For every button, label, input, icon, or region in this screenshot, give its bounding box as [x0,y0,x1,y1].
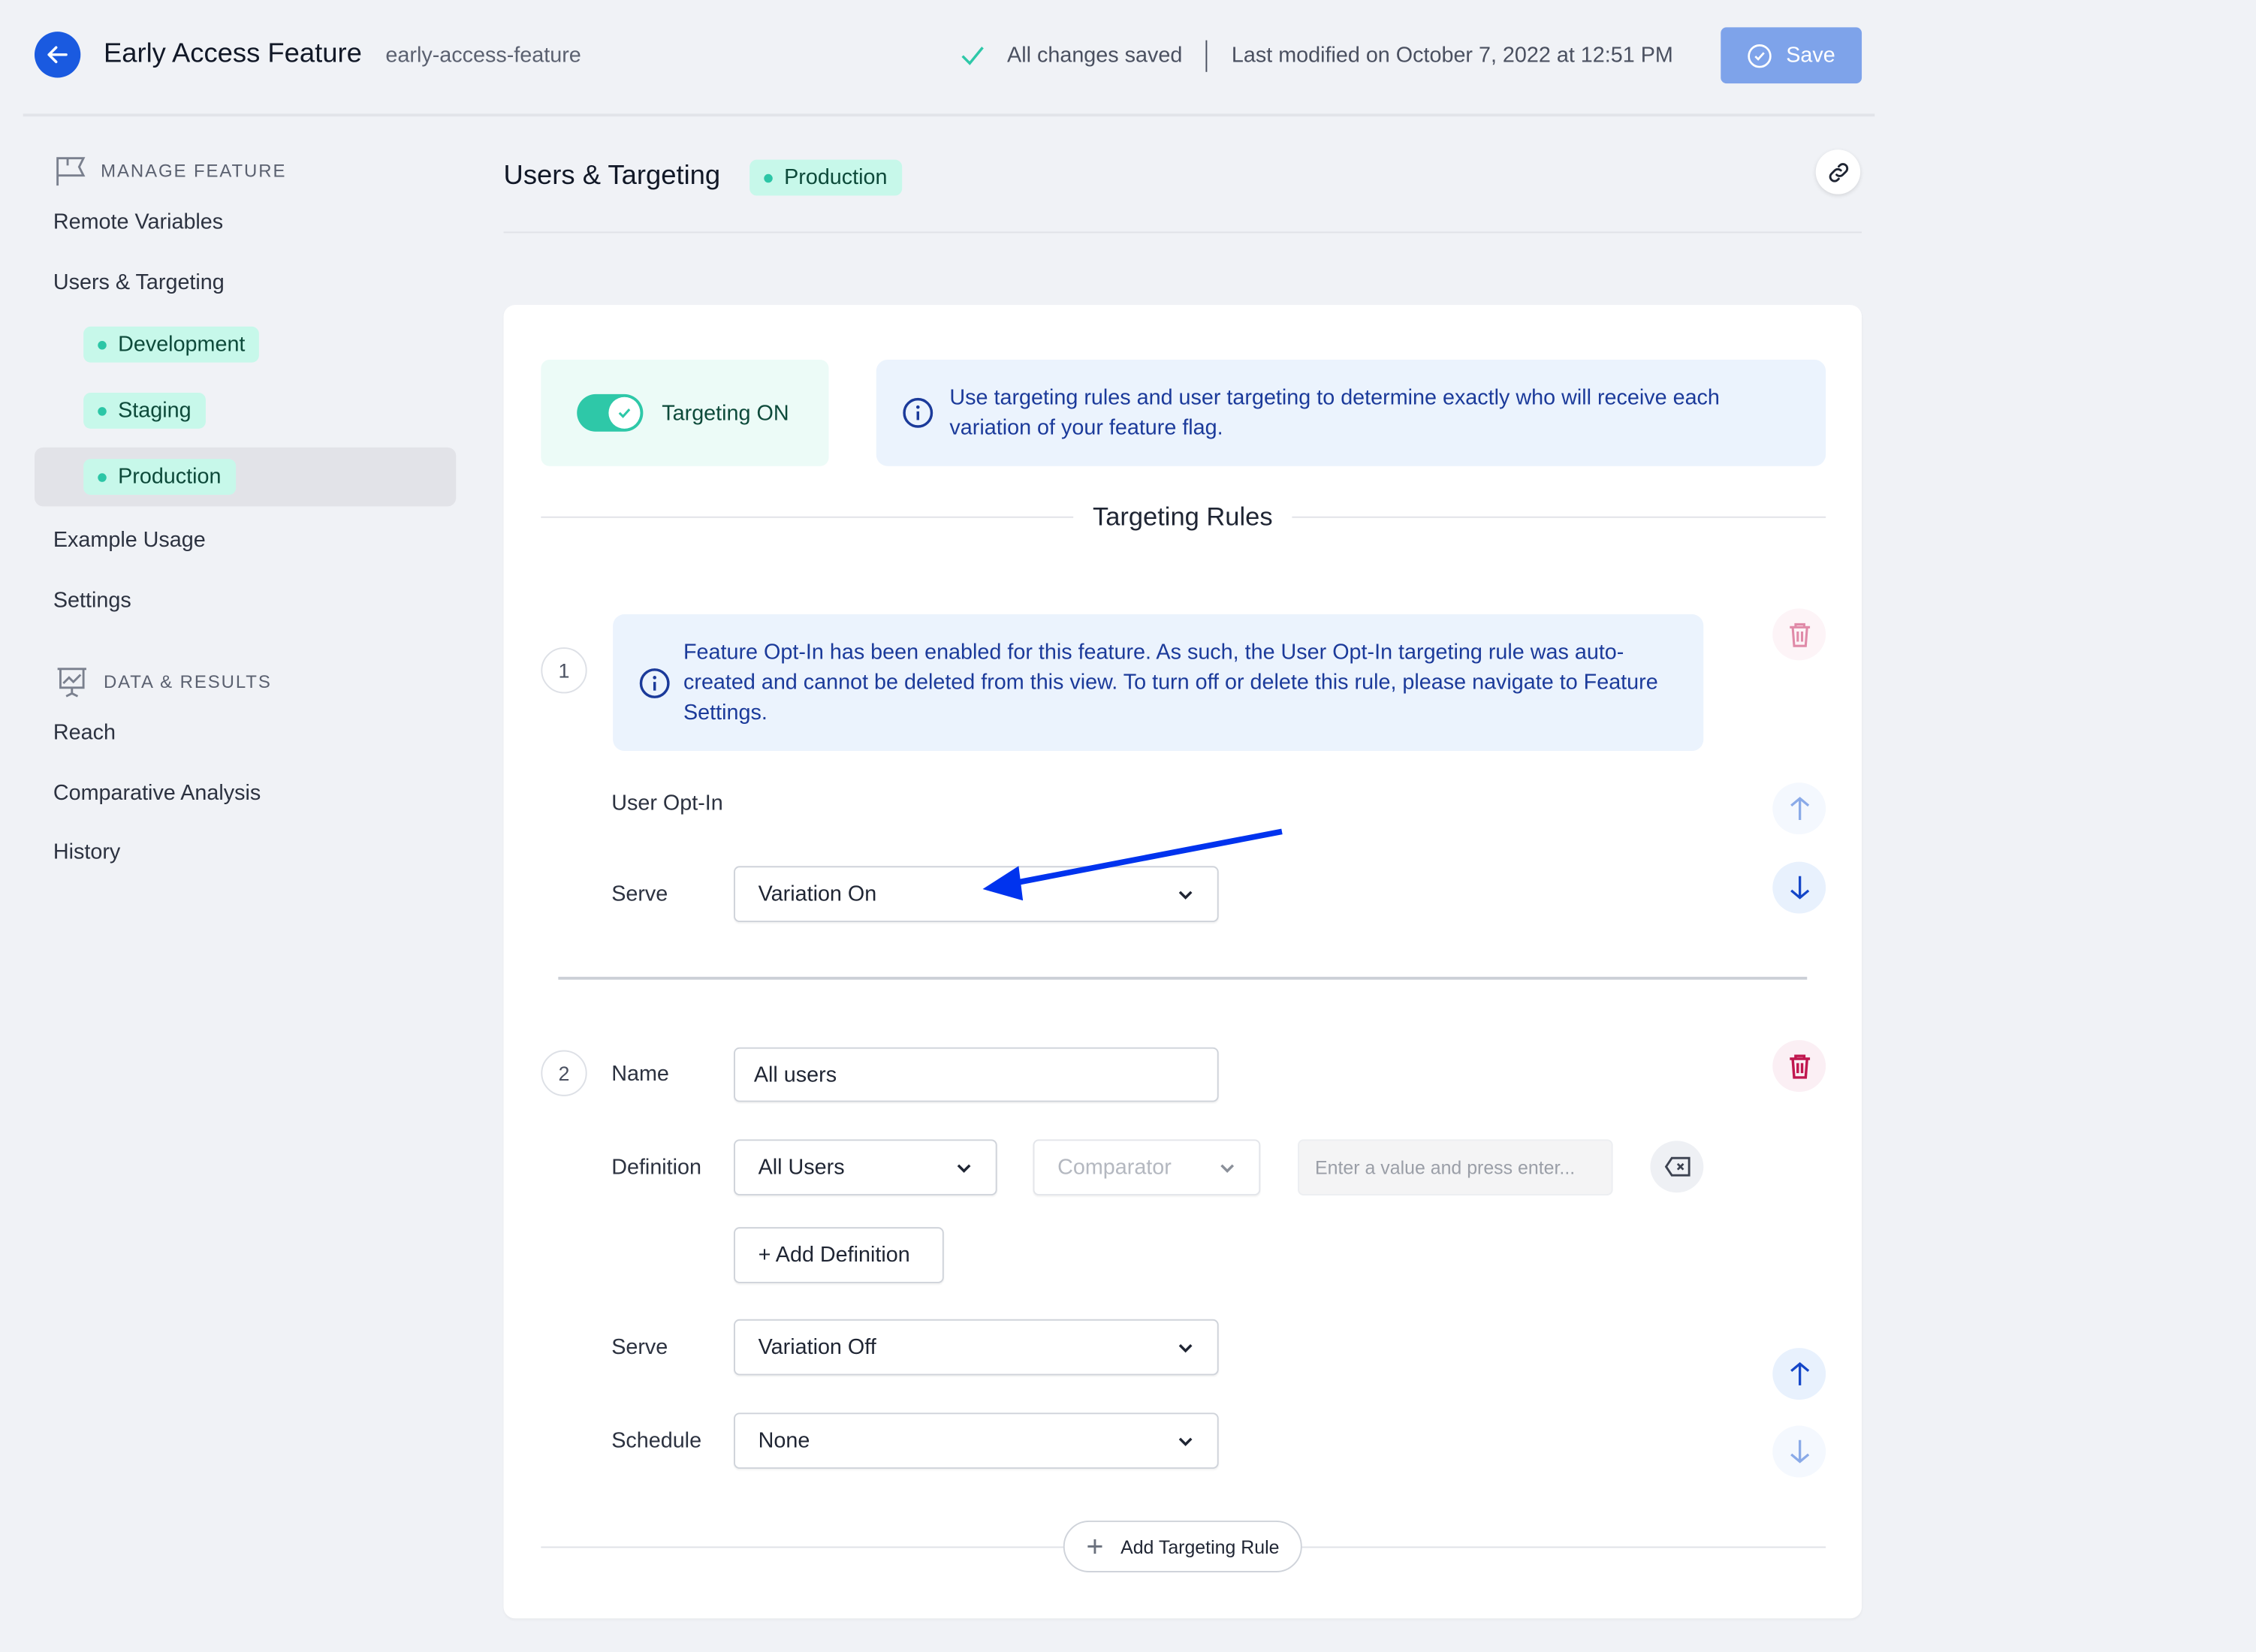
arrow-up-icon [1790,1362,1809,1385]
arrow-left-icon [47,46,68,64]
move-down-button[interactable] [1772,1425,1826,1478]
sidebar-item-comparative-analysis[interactable]: Comparative Analysis [53,781,261,806]
copy-link-button[interactable] [1815,149,1861,194]
chevron-down-icon [1178,1343,1193,1352]
last-modified: Last modified on October 7, 2022 at 12:5… [1231,43,1673,68]
move-down-button[interactable] [1772,861,1826,914]
save-label: Save [1786,43,1835,68]
targeting-rules-heading: Targeting Rules [1092,502,1273,531]
sidebar-item-reach[interactable]: Reach [53,721,116,746]
status-dot [98,472,107,481]
status-dot [98,406,107,415]
sidebar-item-users-targeting[interactable]: Users & Targeting [53,270,225,295]
arrow-down-icon [1790,1439,1809,1464]
opt-in-notice: Feature Opt-In has been enabled for this… [613,614,1704,752]
status-dot [764,173,773,182]
flag-icon [56,157,86,186]
targeting-toggle[interactable] [577,393,644,432]
title-divider [503,231,1862,234]
serve-label: Serve [611,882,668,906]
feature-title: Early Access Feature [103,38,362,69]
info-icon [639,668,670,698]
annotation-arrow [982,828,1283,901]
plus-icon [1087,1539,1102,1554]
backspace-icon [1663,1156,1690,1177]
status-dot [98,340,107,349]
save-button[interactable]: Save [1721,27,1862,84]
schedule-label: Schedule [611,1428,702,1453]
move-up-button[interactable] [1772,782,1826,835]
trash-icon [1789,623,1810,647]
sidebar-item-remote-variables[interactable]: Remote Variables [53,210,223,235]
rule-separator [558,976,1808,980]
rule-name: User Opt-In [611,791,723,816]
rule-number: 2 [541,1050,587,1096]
serve-select[interactable]: Variation Off [734,1319,1219,1376]
trash-icon [1789,1054,1810,1079]
chevron-down-icon [957,1163,971,1172]
targeting-info-box: Use targeting rules and user targeting t… [876,359,1826,466]
sidebar-item-history[interactable]: History [53,840,120,865]
definition-select[interactable]: All Users [734,1139,997,1196]
move-up-button[interactable] [1772,1348,1826,1400]
targeting-toggle-label: Targeting ON [662,400,789,426]
sidebar-item-example-usage[interactable]: Example Usage [53,528,206,553]
schedule-select[interactable]: None [734,1412,1219,1470]
sidebar-item-development[interactable]: Development [83,326,260,363]
delete-rule-button[interactable] [1772,1040,1826,1093]
sidebar-item-production[interactable]: Production [83,459,236,496]
rules-divider-left [541,516,1074,518]
chevron-down-icon [1220,1163,1235,1172]
comparator-select[interactable]: Comparator [1033,1139,1261,1196]
sidebar-item-settings[interactable]: Settings [53,589,131,613]
name-label: Name [611,1061,669,1087]
divider [1205,40,1208,72]
targeting-toggle-box: Targeting ON [541,359,829,466]
serve-label: Serve [611,1334,668,1360]
feature-slug: early-access-feature [385,43,581,68]
rules-divider-right [1292,516,1826,518]
chevron-down-icon [1178,1436,1193,1446]
rule-number: 1 [541,647,587,694]
header-divider [23,113,1875,116]
link-icon [1828,162,1848,182]
manage-feature-section: MANAGE FEATURE [55,155,287,187]
arrow-up-icon [1790,797,1809,821]
data-results-section: DATA & RESULTS [55,666,272,698]
delete-rule-button[interactable] [1772,608,1826,661]
presentation-chart-icon [57,668,86,698]
info-icon [903,397,933,428]
check-icon [961,47,984,65]
clear-definition-button[interactable] [1650,1141,1704,1193]
check-circle-icon [1748,44,1772,68]
definition-label: Definition [611,1155,702,1180]
page-title: Users & Targeting [503,161,721,191]
sidebar-item-staging[interactable]: Staging [83,393,206,429]
arrow-down-icon [1790,876,1809,900]
add-targeting-rule-button[interactable]: Add Targeting Rule [1063,1521,1302,1572]
toggle-knob [608,396,641,429]
save-status: All changes saved [1007,43,1183,68]
check-icon [618,408,631,418]
add-definition-button[interactable]: + Add Definition [734,1227,944,1283]
rule-name-input[interactable]: All users [734,1047,1219,1102]
value-input[interactable]: Enter a value and press enter... [1298,1139,1613,1196]
env-badge: Production [749,159,902,196]
back-button[interactable] [34,32,81,78]
